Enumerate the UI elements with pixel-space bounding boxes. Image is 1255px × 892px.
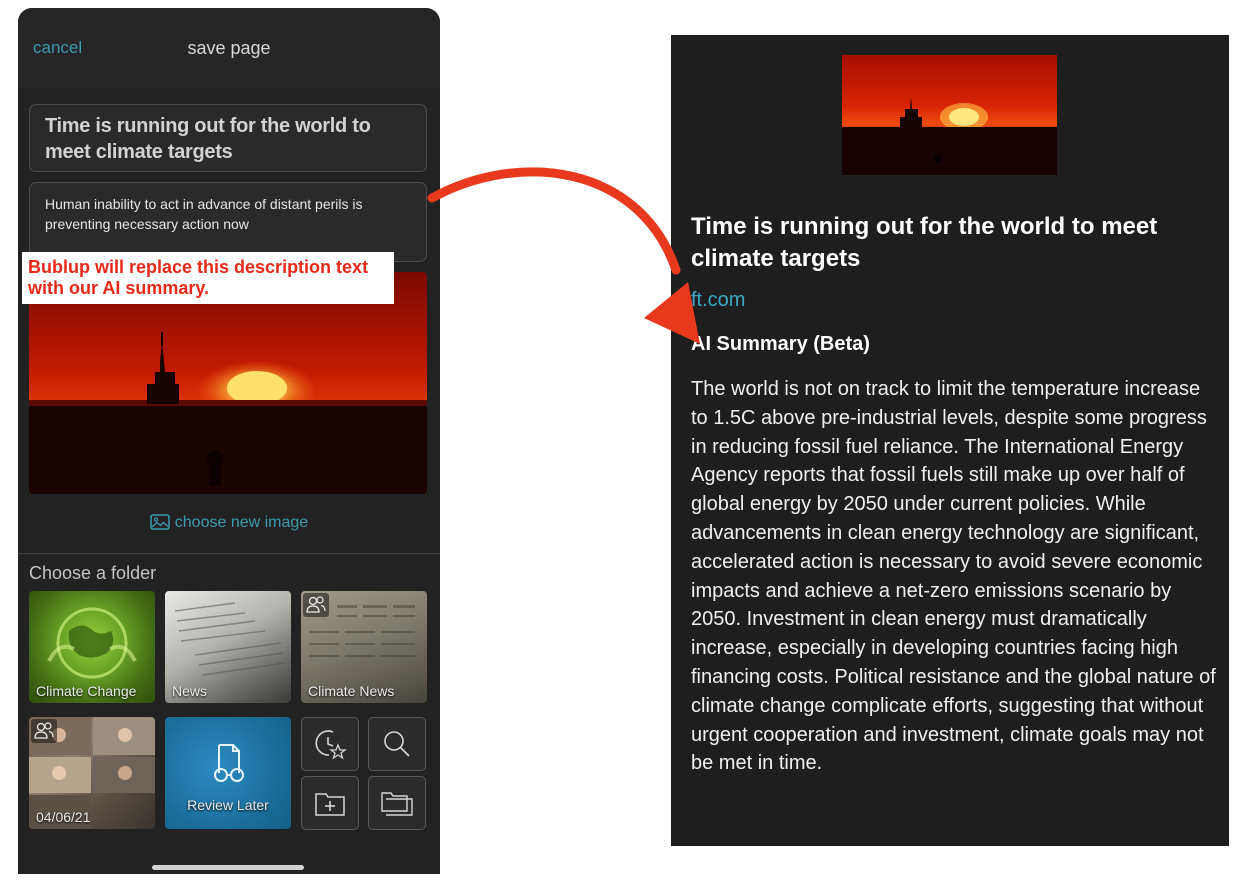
folder-tile-climate-change[interactable]: Climate Change xyxy=(29,591,155,703)
sunset-oil-rig-image xyxy=(29,332,427,494)
header-title: save page xyxy=(187,38,271,58)
search-icon xyxy=(384,731,410,757)
people-icon xyxy=(34,722,54,739)
title-field[interactable]: Time is running out for the world to mee… xyxy=(29,104,427,172)
search-button[interactable] xyxy=(368,717,426,771)
folder-tile-04-06-21[interactable]: 04/06/21 xyxy=(29,717,155,829)
home-indicator xyxy=(152,865,304,870)
summary-card: Time is running out for the world to mee… xyxy=(671,35,1229,846)
folder-label: Review Later xyxy=(187,797,269,813)
shared-group-badge xyxy=(303,593,329,617)
folders-icon xyxy=(381,792,413,816)
recent-clock-icon xyxy=(315,730,347,760)
article-title: Time is running out for the world to mee… xyxy=(691,213,1158,272)
ai-summary-text: The world is not on track to limit the t… xyxy=(691,378,1216,775)
folder-label: News xyxy=(172,683,208,699)
annotation-callout: Bublup will replace this description tex… xyxy=(22,252,394,304)
shared-group-badge xyxy=(31,719,57,743)
sunset-oil-rig-image xyxy=(842,97,1057,175)
choose-new-image-label: choose new image xyxy=(174,514,309,531)
source-link[interactable]: ft.com xyxy=(691,289,745,312)
folder-tile-climate-news[interactable]: Climate News xyxy=(301,591,427,703)
choose-folder-heading: Choose a folder xyxy=(29,563,157,583)
folder-tile-review-later[interactable]: Review Later xyxy=(165,717,291,829)
folder-tile-news[interactable]: News xyxy=(165,591,291,703)
folder-label: 04/06/21 xyxy=(36,809,91,825)
new-folder-icon xyxy=(315,793,345,816)
image-icon xyxy=(150,514,170,530)
save-page-screen: cancel save page Time is running out for… xyxy=(18,8,440,874)
folders-button[interactable] xyxy=(368,776,426,830)
folder-label: Climate News xyxy=(308,683,395,699)
new-folder-button[interactable] xyxy=(301,776,359,830)
hero-image xyxy=(842,55,1057,175)
ai-summary-heading: AI Summary (Beta) xyxy=(691,333,870,355)
header-bar: cancel save page xyxy=(18,8,440,88)
people-icon xyxy=(306,596,326,613)
description-field[interactable]: Human inability to act in advance of dis… xyxy=(29,182,427,262)
divider xyxy=(18,553,440,554)
choose-new-image-button[interactable]: choose new image xyxy=(18,514,440,532)
recent-button[interactable] xyxy=(301,717,359,771)
preview-image xyxy=(29,272,427,494)
folder-label: Climate Change xyxy=(36,683,137,699)
